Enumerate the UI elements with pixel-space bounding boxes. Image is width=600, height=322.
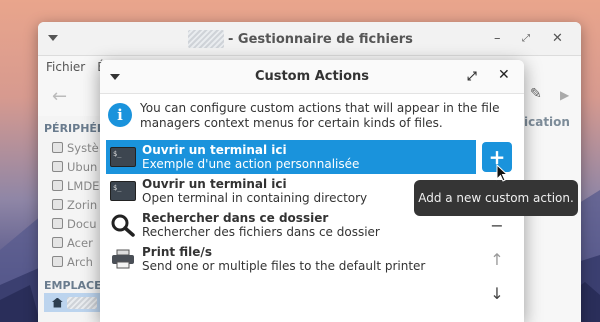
expand-icon[interactable]: ⤢ (467, 69, 477, 84)
sidebar-item-label: Arch (67, 254, 93, 269)
sidebar-item-label: Systè (67, 140, 99, 155)
mouse-cursor-icon (496, 164, 508, 182)
fm-titlebar: - Gestionnaire de fichiers – ⤢ ✕ (38, 22, 581, 56)
arrow-up-icon: ↑ (490, 249, 504, 269)
column-header-location[interactable]: ication (524, 115, 570, 129)
sidebar-item-device[interactable]: Ubun (38, 157, 101, 176)
drive-icon (52, 180, 63, 191)
terminal-icon (110, 181, 136, 201)
action-name: Ouvrir un terminal ici (142, 177, 287, 191)
move-up-button[interactable]: ↑ (482, 244, 512, 274)
search-icon (111, 214, 135, 237)
move-down-button[interactable]: ↓ (482, 278, 512, 308)
forward-chevron-icon[interactable]: ▶ (560, 88, 569, 102)
sidebar-item-device[interactable]: Zorin (38, 195, 101, 214)
sidebar-heading-places: EMPLACE (44, 279, 102, 292)
sidebar-item-device[interactable]: Systè (38, 138, 101, 157)
close-icon[interactable]: ✕ (552, 31, 563, 46)
drive-icon (52, 142, 63, 153)
sidebar-item-device[interactable]: Docu (38, 214, 101, 233)
dialog-titlebar: Custom Actions ⤢ ✕ (100, 60, 524, 94)
dialog-close-icon[interactable]: ✕ (498, 67, 510, 83)
action-description: Rechercher des fichiers dans ce dossier (142, 225, 380, 239)
drive-icon (52, 237, 63, 248)
sidebar-item-label: LMDE (67, 178, 100, 193)
action-description: Open terminal in containing directory (142, 191, 368, 205)
action-name: Print file/s (142, 245, 212, 259)
menu-fichier[interactable]: Fichier (46, 60, 85, 74)
sidebar-item-label: Acer (67, 235, 93, 250)
terminal-icon (110, 147, 136, 167)
window-menu-icon[interactable] (48, 35, 58, 41)
sidebar: PÉRIPHÉR Systè Ubun LMDE Zorin Docu Acer… (38, 116, 106, 322)
drive-icon (52, 199, 63, 210)
list-item[interactable]: Print file/s Send one or multiple files … (106, 242, 476, 276)
maximize-icon[interactable]: ⤢ (522, 33, 530, 44)
action-name: Ouvrir un terminal ici (142, 143, 287, 157)
info-text: You can configure custom actions that wi… (140, 101, 500, 130)
info-message: i You can configure custom actions that … (108, 101, 518, 131)
home-icon (52, 297, 63, 308)
sidebar-item-label: Ubun (67, 159, 98, 174)
list-item[interactable]: Ouvrir un terminal ici Exemple d'une act… (106, 140, 476, 174)
edit-pencil-icon[interactable]: ✎ (530, 86, 552, 108)
arrow-down-icon: ↓ (490, 283, 504, 303)
dialog-title: Custom Actions (254, 69, 370, 84)
sidebar-item-device[interactable]: LMDE (38, 176, 101, 195)
sidebar-item-label: Docu (67, 216, 97, 231)
drive-icon (52, 218, 63, 229)
sidebar-heading-devices: PÉRIPHÉR (44, 122, 106, 135)
info-icon: i (108, 103, 132, 127)
redacted-text (188, 30, 224, 48)
redacted-text (66, 296, 97, 309)
tooltip: Add a new custom action. (414, 180, 578, 216)
drive-icon (52, 256, 63, 267)
action-description: Send one or multiple files to the defaul… (142, 259, 426, 273)
sidebar-item-device[interactable]: Arch (38, 252, 101, 271)
back-arrow-icon[interactable]: ← (52, 86, 67, 107)
drive-icon (52, 161, 63, 172)
action-description: Exemple d'une action personnalisée (142, 157, 360, 171)
printer-icon (112, 249, 134, 269)
action-name: Rechercher dans ce dossier (142, 211, 329, 225)
minimize-icon[interactable]: – (494, 31, 501, 46)
sidebar-item-label: Zorin (67, 197, 98, 212)
sidebar-item-device[interactable]: Acer (38, 233, 101, 252)
sidebar-item-home[interactable] (44, 293, 101, 312)
fm-window-title: - Gestionnaire de fichiers (228, 31, 413, 47)
